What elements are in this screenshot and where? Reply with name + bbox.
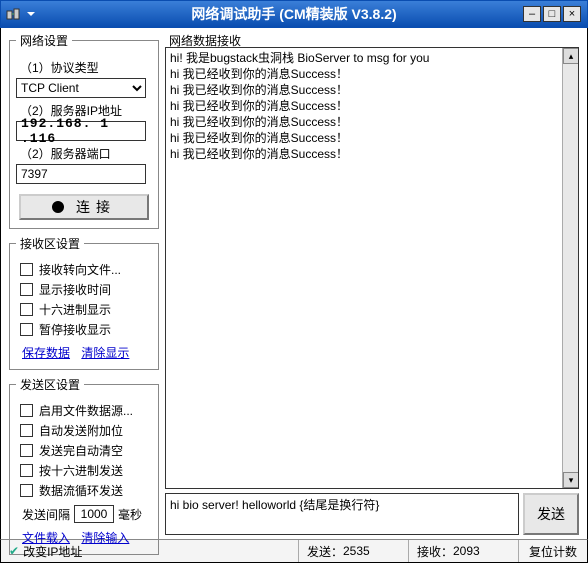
- interval-unit: 毫秒: [118, 506, 142, 523]
- server-port-input[interactable]: 7397: [16, 164, 146, 184]
- protocol-select[interactable]: TCP Client: [16, 78, 146, 98]
- recv-opt-label: 暂停接收显示: [39, 321, 111, 338]
- recv-area-label: 网络数据接收: [165, 32, 579, 47]
- save-data-link[interactable]: 保存数据: [22, 346, 70, 360]
- recv-line: hi 我已经收到你的消息Success！: [170, 146, 556, 162]
- close-button[interactable]: ×: [563, 6, 581, 22]
- recv-line: hi 我已经收到你的消息Success！: [170, 98, 556, 114]
- checkbox-icon[interactable]: [20, 283, 33, 296]
- recv-opt-row[interactable]: 暂停接收显示: [20, 321, 152, 338]
- checkbox-icon[interactable]: [20, 263, 33, 276]
- recv-opt-row[interactable]: 显示接收时间: [20, 281, 152, 298]
- recv-opt-label: 十六进制显示: [39, 301, 111, 318]
- checkbox-icon[interactable]: [20, 424, 33, 437]
- connect-button[interactable]: 连接: [19, 194, 149, 220]
- status-send-label: 发送：: [307, 543, 343, 560]
- send-opt-row[interactable]: 启用文件数据源...: [20, 402, 152, 419]
- connect-button-label: 连接: [76, 197, 116, 217]
- maximize-button[interactable]: □: [543, 6, 561, 22]
- recv-settings-legend: 接收区设置: [16, 235, 84, 252]
- send-settings-group: 发送区设置 启用文件数据源... 自动发送附加位 发送完自动清空 按十六进制发送…: [9, 376, 159, 555]
- status-recv-count: 2093: [453, 544, 480, 558]
- send-button[interactable]: 发送: [523, 493, 579, 535]
- recv-opt-label: 接收转向文件...: [39, 261, 121, 278]
- checkbox-icon[interactable]: [20, 323, 33, 336]
- window-title: 网络调试助手 (CM精装版 V3.8.2): [191, 4, 396, 24]
- checkbox-icon[interactable]: [20, 444, 33, 457]
- send-opt-row[interactable]: 发送完自动清空: [20, 442, 152, 459]
- dropdown-icon[interactable]: [23, 6, 39, 22]
- checkbox-icon[interactable]: [20, 484, 33, 497]
- protocol-label: （1）协议类型: [20, 59, 152, 76]
- minimize-button[interactable]: –: [523, 6, 541, 22]
- recv-opt-row[interactable]: 十六进制显示: [20, 301, 152, 318]
- titlebar: 网络调试助手 (CM精装版 V3.8.2) – □ ×: [0, 0, 588, 28]
- statusbar: ✔ 改变IP地址 发送： 2535 接收： 2093 复位计数: [0, 539, 588, 563]
- server-port-label: （2）服务器端口: [20, 145, 152, 162]
- send-opt-row[interactable]: 按十六进制发送: [20, 462, 152, 479]
- send-opt-label: 自动发送附加位: [39, 422, 123, 439]
- scrollbar[interactable]: ▴ ▾: [562, 48, 578, 488]
- app-icon: [5, 6, 21, 22]
- send-opt-row[interactable]: 自动发送附加位: [20, 422, 152, 439]
- recv-line: hi! 我是bugstack虫洞栈 BioServer to msg for y…: [170, 50, 556, 66]
- scroll-up-icon[interactable]: ▴: [563, 48, 579, 64]
- recv-line: hi 我已经收到你的消息Success！: [170, 66, 556, 82]
- send-textarea[interactable]: [165, 493, 519, 535]
- recv-settings-group: 接收区设置 接收转向文件... 显示接收时间 十六进制显示 暂停接收显示 保存数…: [9, 235, 159, 370]
- send-opt-label: 按十六进制发送: [39, 462, 123, 479]
- recv-line: hi 我已经收到你的消息Success！: [170, 130, 556, 146]
- interval-label: 发送间隔: [22, 506, 70, 523]
- status-recv-label: 接收：: [417, 543, 453, 560]
- status-ip-text: 改变IP地址: [23, 543, 82, 560]
- interval-input[interactable]: [74, 505, 114, 523]
- send-opt-row[interactable]: 数据流循环发送: [20, 482, 152, 499]
- connect-status-icon: [52, 201, 64, 213]
- network-settings-group: 网络设置 （1）协议类型 TCP Client （2）服务器IP地址 192.1…: [9, 32, 159, 229]
- recv-opt-label: 显示接收时间: [39, 281, 111, 298]
- send-opt-label: 发送完自动清空: [39, 442, 123, 459]
- scroll-down-icon[interactable]: ▾: [563, 472, 579, 488]
- send-opt-label: 数据流循环发送: [39, 482, 123, 499]
- server-ip-input[interactable]: 192.168. 1 .116: [16, 121, 146, 141]
- clear-display-link[interactable]: 清除显示: [81, 346, 129, 360]
- recv-line: hi 我已经收到你的消息Success！: [170, 114, 556, 130]
- send-opt-label: 启用文件数据源...: [39, 402, 133, 419]
- recv-line: hi 我已经收到你的消息Success！: [170, 82, 556, 98]
- recv-textarea[interactable]: hi! 我是bugstack虫洞栈 BioServer to msg for y…: [165, 47, 579, 489]
- send-settings-legend: 发送区设置: [16, 376, 84, 393]
- status-send-count: 2535: [343, 544, 370, 558]
- checkbox-icon[interactable]: [20, 464, 33, 477]
- checkbox-icon[interactable]: [20, 404, 33, 417]
- network-settings-legend: 网络设置: [16, 32, 72, 49]
- recv-opt-row[interactable]: 接收转向文件...: [20, 261, 152, 278]
- checkbox-icon[interactable]: [20, 303, 33, 316]
- reset-count-button[interactable]: 复位计数: [519, 540, 587, 562]
- status-ready-icon: ✔: [9, 544, 19, 558]
